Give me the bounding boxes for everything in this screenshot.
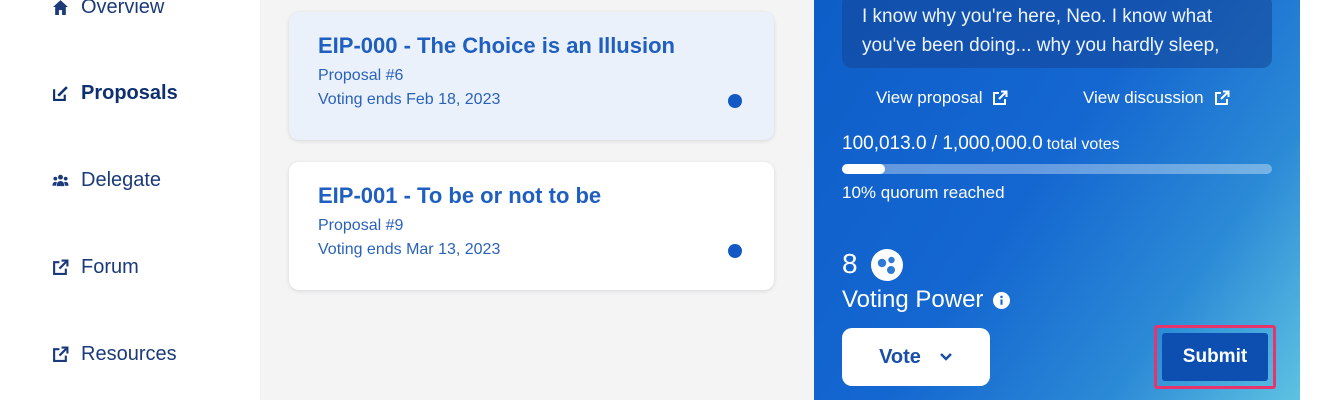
proposal-number: Proposal #9: [318, 217, 404, 234]
sidebar-item-label: Proposals: [81, 82, 178, 104]
external-link-icon: [993, 90, 1008, 105]
external-link-icon: [52, 259, 69, 276]
voting-end-date: Voting ends Mar 13, 2023: [318, 241, 501, 258]
sidebar-item-delegate[interactable]: Delegate: [52, 169, 161, 192]
home-icon: [52, 0, 69, 16]
token-icon: [871, 249, 903, 281]
proposal-description: I know why you're here, Neo. I know what…: [862, 6, 1220, 56]
votes-count: 100,013.0 / 1,000,000.0: [842, 133, 1043, 154]
vote-dropdown-button[interactable]: Vote: [842, 328, 990, 386]
quorum-progress-bar: [842, 164, 1272, 174]
quorum-text: 10% quorum reached: [842, 183, 1005, 202]
voting-power-label: Voting Power: [842, 286, 1011, 314]
sidebar-item-label: Overview: [81, 0, 165, 18]
chevron-down-icon: [940, 353, 952, 361]
vote-panel: I know why you're here, Neo. I know what…: [814, 0, 1300, 400]
voting-end-date: Voting ends Feb 18, 2023: [318, 91, 501, 108]
voting-power-text: Voting Power: [842, 286, 984, 313]
quorum-progress-fill: [842, 164, 885, 174]
sidebar-item-resources[interactable]: Resources: [52, 343, 177, 366]
view-proposal-label: View proposal: [876, 88, 983, 107]
status-dot: [728, 244, 742, 258]
sidebar-nav: Overview Proposals Delegate Forum Resour…: [0, 0, 260, 400]
proposal-number: Proposal #6: [318, 67, 404, 84]
votes-total: 100,013.0 / 1,000,000.0 total votes: [842, 133, 1120, 155]
view-discussion-link[interactable]: View discussion: [1083, 88, 1230, 108]
proposal-title: EIP-001 - To be or not to be: [318, 183, 602, 208]
proposal-description-box[interactable]: I know why you're here, Neo. I know what…: [842, 0, 1272, 68]
proposal-card[interactable]: EIP-001 - To be or not to be Proposal #9…: [289, 162, 774, 290]
external-link-icon: [52, 346, 69, 363]
proposal-card[interactable]: EIP-000 - The Choice is an Illusion Prop…: [289, 12, 774, 140]
proposal-title: EIP-000 - The Choice is an Illusion: [318, 33, 675, 58]
sidebar-item-label: Delegate: [81, 169, 162, 191]
submit-button[interactable]: Submit: [1162, 333, 1268, 381]
users-icon: [52, 172, 69, 189]
vote-button-label: Vote: [879, 345, 921, 368]
edit-icon: [52, 85, 69, 102]
proposal-list: EIP-000 - The Choice is an Illusion Prop…: [260, 0, 814, 400]
voting-power-value: 8: [842, 248, 858, 279]
status-dot: [728, 94, 742, 108]
view-discussion-label: View discussion: [1083, 88, 1204, 107]
page-gutter: [1300, 0, 1333, 400]
view-proposal-link[interactable]: View proposal: [876, 88, 1008, 108]
sidebar-item-proposals[interactable]: Proposals: [52, 82, 178, 105]
sidebar-item-forum[interactable]: Forum: [52, 256, 139, 279]
external-link-icon: [1214, 90, 1230, 105]
sidebar-item-label: Resources: [81, 343, 177, 365]
votes-suffix: total votes: [1046, 136, 1120, 153]
info-icon[interactable]: [993, 291, 1011, 309]
sidebar-item-label: Forum: [81, 256, 139, 278]
sidebar-item-overview[interactable]: Overview: [52, 0, 164, 19]
